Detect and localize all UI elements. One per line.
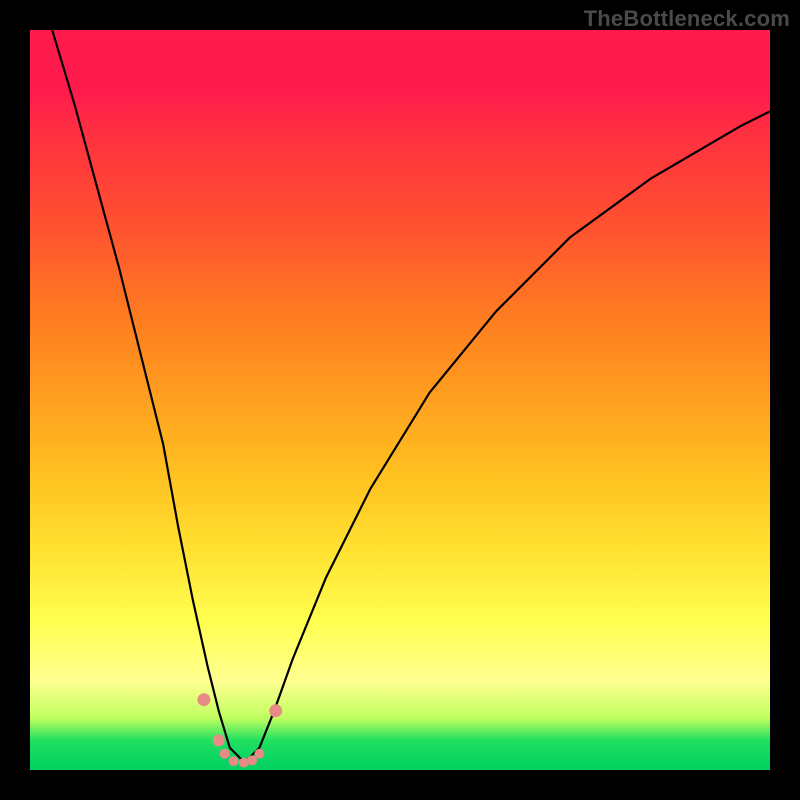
marker-point bbox=[213, 734, 225, 746]
attribution-text: TheBottleneck.com bbox=[584, 6, 790, 32]
chart-frame: TheBottleneck.com bbox=[0, 0, 800, 800]
marker-point bbox=[220, 749, 230, 759]
marker-point bbox=[269, 704, 282, 717]
marker-point bbox=[229, 756, 239, 766]
curve-svg bbox=[30, 30, 770, 770]
bottleneck-curve bbox=[52, 30, 770, 763]
marker-point bbox=[247, 755, 257, 765]
plot-area bbox=[30, 30, 770, 770]
marker-point bbox=[254, 749, 264, 759]
marker-point bbox=[197, 693, 210, 706]
